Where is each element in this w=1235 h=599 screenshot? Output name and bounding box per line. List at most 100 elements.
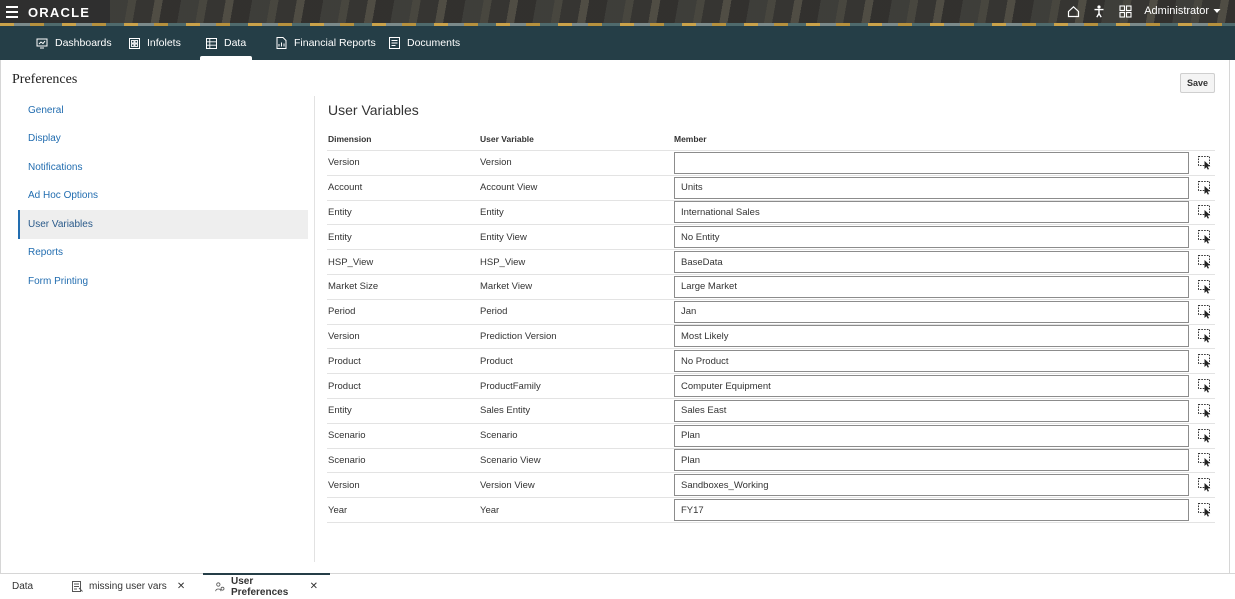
member-selector-icon[interactable] [1197,502,1213,518]
navigator-grid-icon[interactable] [1118,4,1132,18]
table-row: Version Prediction Version [327,325,1215,350]
cell-user-variable: Version View [480,479,535,491]
cell-dimension: Period [328,306,356,318]
tab-documents[interactable]: Documents [381,26,468,60]
table-row: Entity Entity View [327,225,1215,251]
content-frame-right [1229,60,1230,573]
top-bar: ORACLE Administrator [0,0,1235,26]
member-input[interactable] [674,399,1189,422]
member-input[interactable] [674,275,1189,298]
member-input[interactable] [674,449,1189,472]
cell-member [674,251,1215,274]
member-input[interactable] [674,251,1189,274]
tab-financial-reports[interactable]: Financial Reports [268,26,384,60]
dashboard-icon [36,38,48,48]
member-input[interactable] [674,325,1189,348]
document-icon [389,37,400,49]
header-member: Member [674,134,707,144]
tab-infolets-label: Infolets [147,37,181,49]
table-row: Year Year [327,498,1215,523]
member-selector-icon[interactable] [1197,428,1213,444]
sidebar-item-form-printing[interactable]: Form Printing [18,267,308,296]
cell-dimension: Market Size [328,281,379,293]
table-header: Dimension User Variable Member [327,128,1215,151]
user-menu[interactable]: Administrator [1144,5,1221,17]
sidebar-item-label: Ad Hoc Options [28,190,99,202]
table-body: VersionVersionAccountAccount ViewEntityE… [327,151,1215,523]
cell-dimension: Version [328,479,360,491]
member-selector-icon[interactable] [1197,304,1213,320]
form-icon [72,581,83,592]
close-tab-icon[interactable]: ✕ [310,581,318,592]
member-selector-icon[interactable] [1197,353,1213,369]
member-selector-icon[interactable] [1197,180,1213,196]
user-preferences-icon [215,581,225,591]
cell-dimension: Entity [328,206,352,218]
close-tab-icon[interactable]: ✕ [177,581,185,592]
member-selector-icon[interactable] [1197,328,1213,344]
member-selector-icon[interactable] [1197,279,1213,295]
member-selector-icon[interactable] [1197,378,1213,394]
cell-dimension: Entity [328,231,352,243]
tab-data[interactable]: Data [198,26,254,60]
cell-dimension: Year [328,504,348,516]
cell-user-variable: Entity [480,206,504,218]
bottom-tab-data[interactable]: Data [12,574,33,599]
cell-member [674,375,1215,398]
member-input[interactable] [674,176,1189,199]
report-icon [276,37,287,49]
member-input[interactable] [674,300,1189,323]
member-selector-icon[interactable] [1197,204,1213,220]
member-input[interactable] [674,226,1189,249]
member-selector-icon[interactable] [1197,229,1213,245]
member-selector-icon[interactable] [1197,452,1213,468]
bottom-tab-user-preferences[interactable]: User Preferences ✕ [203,573,330,598]
member-selector-icon[interactable] [1197,254,1213,270]
sidebar-item-notifications[interactable]: Notifications [18,153,308,182]
cell-dimension: Version [328,330,360,342]
cell-user-variable: Entity View [480,231,527,243]
member-input[interactable] [674,350,1189,373]
tab-documents-label: Documents [407,37,461,49]
tab-infolets[interactable]: Infolets [121,26,189,60]
member-selector-icon[interactable] [1197,403,1213,419]
sidebar-item-ad-hoc-options[interactable]: Ad Hoc Options [18,182,308,211]
accessibility-icon[interactable] [1092,4,1106,18]
preferences-sidebar: General Display Notifications Ad Hoc Opt… [18,96,308,296]
table-row: Product Product [327,349,1215,375]
menu-icon[interactable] [6,6,18,18]
header-user-variable: User Variable [480,134,534,144]
save-button[interactable]: Save [1180,73,1215,93]
sidebar-item-reports[interactable]: Reports [18,239,308,268]
sidebar-item-general[interactable]: General [18,96,308,125]
member-input[interactable] [674,474,1189,497]
bottom-tab-label: Data [12,581,34,592]
bottom-tab-label: User Preferences [231,575,289,598]
tab-dashboards[interactable]: Dashboards [28,26,120,60]
sidebar-item-label: User Variables [28,218,93,230]
member-input[interactable] [674,424,1189,447]
infolets-icon [129,37,140,49]
cell-member [674,325,1215,348]
member-input[interactable] [674,499,1189,522]
content-frame-left [0,60,1,573]
cell-user-variable: Version [480,157,512,169]
table-row: Entity Sales Entity [327,399,1215,424]
cell-member [674,275,1215,298]
member-input[interactable] [674,375,1189,398]
home-icon[interactable] [1066,4,1080,18]
sidebar-item-user-variables[interactable]: User Variables [18,210,308,239]
member-selector-icon[interactable] [1197,477,1213,493]
bottom-tab-missing-user-vars[interactable]: missing user vars ✕ [72,574,185,599]
user-name: Administrator [1144,5,1209,17]
member-input[interactable] [674,151,1189,174]
cell-member [674,226,1215,249]
member-selector-icon[interactable] [1197,155,1213,171]
oracle-logo[interactable]: ORACLE [28,5,90,20]
member-input[interactable] [674,201,1189,224]
main-navigation: Dashboards Infolets Data Financial Repor… [0,26,1235,60]
cell-dimension: Scenario [328,430,366,442]
sidebar-item-label: Form Printing [28,275,89,287]
table-row: Product ProductFamily [327,374,1215,399]
sidebar-item-display[interactable]: Display [18,125,308,154]
